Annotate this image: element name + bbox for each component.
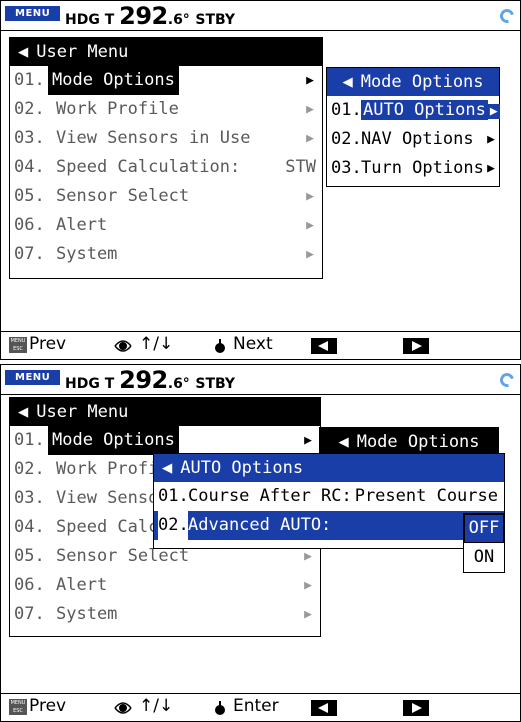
back-arrow-icon: ◀ <box>162 458 173 478</box>
hdg-decimal: .6° <box>167 376 190 392</box>
user-menu-header[interactable]: ◀ User Menu <box>10 38 322 66</box>
menu-item-system[interactable]: 07. System ▶ <box>10 600 320 629</box>
left-arrow-key[interactable] <box>311 338 337 354</box>
menu-item-system[interactable]: 07. System ▶ <box>10 240 322 269</box>
sync-icon <box>497 370 517 390</box>
sync-icon <box>497 6 517 26</box>
softkey-prev[interactable]: Prev <box>29 334 66 354</box>
chevron-right-icon: ▶ <box>487 161 495 176</box>
option-off[interactable]: OFF <box>464 514 504 543</box>
chevron-right-icon: ▶ <box>306 189 314 204</box>
submenu-item-nav-options[interactable]: 02.NAV Options ▶ <box>327 125 499 154</box>
chevron-right-icon: ▶ <box>304 433 312 448</box>
hdg-value: 292 <box>119 366 168 394</box>
back-arrow-icon: ◀ <box>18 42 29 62</box>
user-menu-header[interactable]: ◀ User Menu <box>10 398 320 426</box>
right-arrow-key[interactable] <box>403 700 429 716</box>
softkey-bar: MENU ESC Prev ↑/↓ Enter <box>1 693 520 721</box>
chevron-right-icon: ▶ <box>306 218 314 233</box>
updown-label: ↑/↓ <box>139 334 174 354</box>
auto-item-course-after-rc[interactable]: 01.Course After RC: Present Course <box>154 482 504 511</box>
heading-readout: HDG T 292.6° STBY <box>65 1 235 35</box>
chevron-right-icon: ▶ <box>487 104 500 119</box>
chevron-right-icon: ▶ <box>306 102 314 117</box>
menu-button[interactable]: MENU <box>5 370 61 385</box>
mode-options-panel: ◀ Mode Options 01.AUTO Options ▶ 02.NAV Op… <box>326 67 500 187</box>
mode-status: STBY <box>195 12 236 28</box>
chevron-right-icon: ▶ <box>487 132 495 147</box>
mode-status: STBY <box>195 376 236 392</box>
screen-bottom: MENU HDG T 292.6° STBY ◀ User Menu 01. Mod… <box>0 364 521 722</box>
screen-top: MENU HDG T 292.6° STBY ◀ User Menu 01. Mod… <box>0 0 521 360</box>
status-bar: MENU HDG T 292.6° STBY <box>1 1 520 31</box>
menu-item-alert[interactable]: 06. Alert ▶ <box>10 571 320 600</box>
softkey-bar: MENU ESC Prev ↑/↓ Next <box>1 331 520 359</box>
chevron-right-icon: ▶ <box>306 247 314 262</box>
chevron-right-icon: ▶ <box>304 578 312 593</box>
menu-item-work-profile[interactable]: 02. Work Profile ▶ <box>10 95 322 124</box>
menu-item-alert[interactable]: 06. Alert ▶ <box>10 211 322 240</box>
back-arrow-icon: ◀ <box>342 72 353 92</box>
menu-item-sensor-select[interactable]: 05. Sensor Select ▶ <box>10 182 322 211</box>
menu-esc-icon: MENU ESC <box>9 699 27 715</box>
hdg-decimal: .6° <box>167 12 190 28</box>
updown-label: ↑/↓ <box>139 696 174 716</box>
softkey-next[interactable]: Next <box>233 334 273 354</box>
auto-options-panel: ◀ AUTO Options 01.Course After RC: Present… <box>153 453 505 549</box>
rotary-knob-icon <box>114 340 132 352</box>
submenu-item-auto-options[interactable]: 01.AUTO Options ▶ <box>327 96 500 125</box>
menu-item-mode-options[interactable]: 01. Mode Options ▶ <box>10 426 320 455</box>
option-on[interactable]: ON <box>464 543 504 572</box>
left-arrow-key[interactable] <box>311 700 337 716</box>
auto-options-header[interactable]: ◀ AUTO Options <box>154 454 504 482</box>
submenu-item-turn-options[interactable]: 03.Turn Options ▶ <box>327 154 499 183</box>
hdg-label: HDG T <box>65 12 120 28</box>
heading-readout: HDG T 292.6° STBY <box>65 365 235 399</box>
back-arrow-icon: ◀ <box>338 432 349 452</box>
chevron-right-icon: ▶ <box>304 607 312 622</box>
hdg-value: 292 <box>119 2 168 30</box>
menu-item-speed-calc[interactable]: 04. Speed Calculation: STW <box>10 153 322 182</box>
advanced-auto-dropdown: OFF ON <box>463 513 505 573</box>
back-arrow-icon: ◀ <box>18 402 29 422</box>
auto-item-advanced-auto[interactable]: 02.Advanced AUTO: <box>154 511 504 540</box>
mode-options-header[interactable]: ◀ Mode Options <box>327 68 499 96</box>
push-knob-icon <box>215 701 225 715</box>
menu-button[interactable]: MENU <box>5 6 61 21</box>
status-bar: MENU HDG T 292.6° STBY <box>1 365 520 395</box>
push-knob-icon <box>215 339 225 353</box>
chevron-right-icon: ▶ <box>306 73 314 88</box>
chevron-right-icon: ▶ <box>306 131 314 146</box>
menu-item-mode-options[interactable]: 01. Mode Options ▶ <box>10 66 322 95</box>
user-menu-panel: ◀ User Menu 01. Mode Options ▶ 02. Work Prof… <box>9 37 323 279</box>
menu-item-view-sensors[interactable]: 03. View Sensors in Use ▶ <box>10 124 322 153</box>
hdg-label: HDG T <box>65 376 120 392</box>
softkey-prev[interactable]: Prev <box>29 696 66 716</box>
menu-esc-icon: MENU ESC <box>9 337 27 353</box>
rotary-knob-icon <box>114 702 132 714</box>
right-arrow-key[interactable] <box>403 338 429 354</box>
softkey-enter[interactable]: Enter <box>233 696 279 716</box>
mode-options-header[interactable]: ◀ Mode Options <box>320 428 498 456</box>
